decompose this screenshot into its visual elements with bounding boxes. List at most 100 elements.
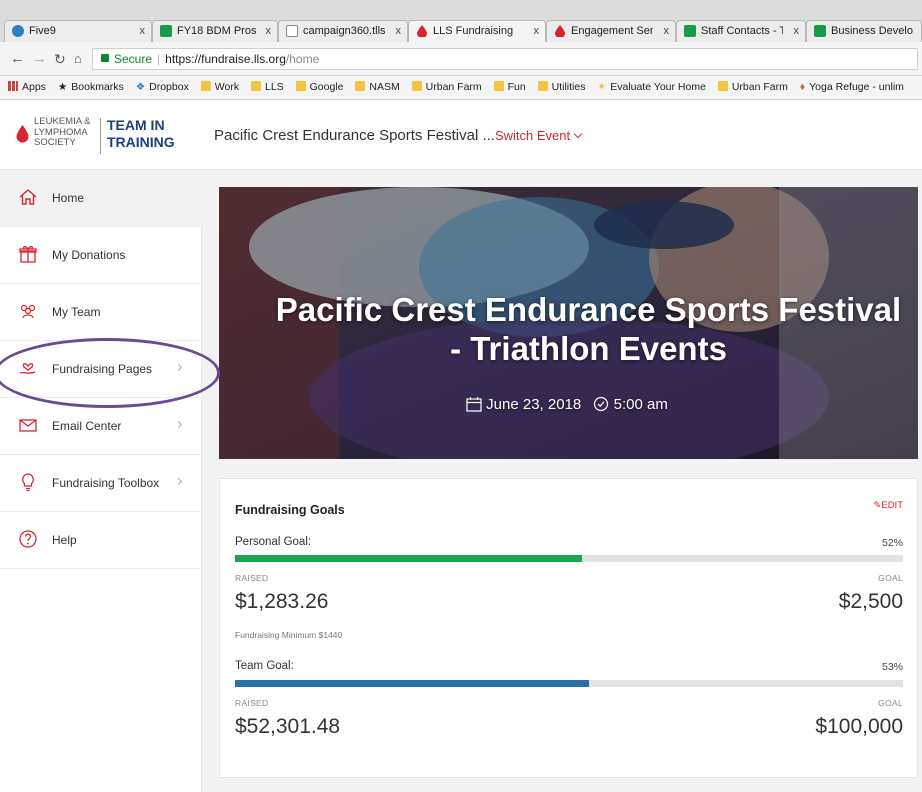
tab-label: Staff Contacts - TNT: [701, 25, 783, 37]
sidebar-item-label: My Donations: [52, 248, 126, 262]
sidebar-item-fundraising-pages[interactable]: Fundraising Pages: [0, 341, 202, 398]
browser-tab-staff-contacts[interactable]: Staff Contacts - TNT x: [676, 20, 806, 42]
browser-tab-campaign360[interactable]: campaign360.tlls.net/ x: [278, 20, 408, 42]
tab-label: FY18 BDM Pros Maste: [177, 25, 259, 37]
bookmark-label: Apps: [22, 81, 46, 93]
sun-icon: ✴: [597, 81, 607, 93]
bookmark-lls[interactable]: LLS: [251, 76, 284, 99]
security-label: Secure: [114, 52, 153, 66]
url-path: /home: [285, 52, 320, 66]
bookmark-label: NASM: [369, 81, 400, 93]
bookmark-label: Urban Farm: [731, 81, 788, 93]
folder-icon: [717, 81, 728, 91]
back-arrow-icon[interactable]: ←: [10, 51, 25, 67]
sidebar-nav: Home My Donations My Team Fundraising Pa…: [0, 170, 202, 792]
hero-title-line-1: Pacific Crest Endurance Sports Festival: [275, 291, 902, 328]
close-icon[interactable]: x: [534, 21, 540, 41]
personal-goal-progress-bar: [235, 555, 903, 562]
personal-raised-amount: $1,283.26: [235, 590, 329, 613]
star-icon: ★: [57, 81, 68, 93]
bookmark-dropbox[interactable]: ❖ Dropbox: [136, 76, 189, 99]
bookmark-google[interactable]: Google: [295, 76, 344, 99]
personal-goal-percent: 52%: [881, 537, 903, 549]
chevron-right-icon: [174, 420, 183, 429]
close-icon[interactable]: x: [794, 21, 800, 41]
help-icon: [19, 530, 37, 548]
event-title-text: Pacific Crest Endurance Sports Festival …: [214, 127, 495, 144]
sidebar-item-label: Fundraising Toolbox: [52, 476, 160, 490]
document-icon: [286, 25, 298, 37]
tab-label: Engagement Services: [571, 25, 653, 37]
close-icon[interactable]: x: [396, 21, 402, 41]
sidebar-item-my-team[interactable]: My Team: [0, 284, 202, 341]
bookmark-label: Work: [214, 81, 240, 93]
bookmark-evaluate-home[interactable]: ✴ Evaluate Your Home: [597, 76, 706, 99]
bookmark-label: Dropbox: [149, 81, 189, 93]
edit-goals-button[interactable]: ✎EDIT: [873, 500, 903, 511]
forward-arrow-icon[interactable]: →: [32, 51, 47, 67]
org-name: LEUKEMIA & LYMPHOMA SOCIETY: [34, 116, 91, 148]
main-content: Pacific Crest Endurance Sports Festival …: [202, 170, 922, 792]
tab-label: campaign360.tlls.net/: [303, 25, 385, 37]
sidebar-item-my-donations[interactable]: My Donations: [0, 227, 202, 284]
sidebar-item-fundraising-toolbox[interactable]: Fundraising Toolbox: [0, 455, 202, 512]
tab-label: LLS Fundraising: [433, 25, 514, 37]
bookmark-bookmarks[interactable]: ★ Bookmarks: [58, 76, 124, 99]
team-raised-label: RAISED: [235, 698, 269, 708]
event-title: Pacific Crest Endurance Sports Festival …: [214, 127, 583, 144]
bookmark-urban-farm-2[interactable]: Urban Farm: [717, 76, 788, 99]
switch-event-label: Switch Event: [494, 128, 571, 143]
close-icon[interactable]: x: [140, 21, 146, 41]
event-datetime: June 23, 2018 5:00 am: [466, 396, 668, 413]
chevron-down-icon: [573, 129, 583, 139]
five9-icon: [12, 25, 24, 37]
bookmark-label: Google: [309, 81, 344, 93]
personal-goal-progress-fill: [235, 555, 583, 562]
sidebar-item-home[interactable]: Home: [0, 170, 202, 227]
sidebar-item-label: Email Center: [52, 419, 122, 433]
reload-icon[interactable]: ↻: [54, 51, 66, 67]
bookmark-label: Urban Farm: [425, 81, 482, 93]
personal-goal-caption: GOAL: [878, 573, 903, 583]
browser-tab-lls-fundraising[interactable]: LLS Fundraising x: [408, 20, 546, 42]
browser-tab-engagement[interactable]: Engagement Services x: [546, 20, 676, 42]
personal-goal-label: Personal Goal:: [235, 536, 312, 548]
bookmark-label: Utilities: [551, 81, 586, 93]
chevron-right-icon: [174, 363, 183, 372]
site-header: LEUKEMIA & LYMPHOMA SOCIETY TEAM IN TRAI…: [0, 100, 922, 170]
browser-tab-business-dev[interactable]: Business Developme: [806, 20, 922, 42]
gift-icon: [19, 246, 37, 263]
bookmark-yoga-refuge[interactable]: ♦ Yoga Refuge - unlim: [800, 76, 904, 99]
sheets-icon: [160, 25, 172, 37]
lls-drop-icon: [417, 25, 427, 37]
url-input[interactable]: Secure | https://fundraise.lls.org/home: [92, 48, 918, 70]
hero-title: Pacific Crest Endurance Sports Festival …: [219, 290, 918, 368]
bookmark-fun[interactable]: Fun: [493, 76, 526, 99]
url-separator: |: [157, 52, 161, 66]
lls-drop-icon: [555, 25, 565, 37]
bookmark-nasm[interactable]: NASM: [355, 76, 400, 99]
bookmarks-bar: Apps ★ Bookmarks ❖ Dropbox Work LLS Google…: [0, 76, 922, 100]
lock-icon: [101, 54, 109, 62]
sidebar-item-help[interactable]: Help: [0, 512, 202, 569]
lightbulb-icon: [22, 473, 34, 492]
bookmark-apps[interactable]: Apps: [8, 76, 46, 99]
bookmark-work[interactable]: Work: [200, 76, 240, 99]
close-icon[interactable]: x: [266, 21, 272, 41]
sidebar-item-email-center[interactable]: Email Center: [0, 398, 202, 455]
fundraising-minimum: Fundraising Minimum $1440: [235, 630, 343, 640]
bookmark-utilities[interactable]: Utilities: [537, 76, 586, 99]
url-host: https://fundraise.lls.org: [165, 52, 286, 66]
browser-tab-fy18[interactable]: FY18 BDM Pros Maste x: [152, 20, 278, 42]
close-icon[interactable]: x: [664, 21, 670, 41]
chevron-right-icon: [174, 477, 183, 486]
browser-tab-five9[interactable]: Five9 x: [4, 20, 152, 42]
switch-event-link[interactable]: Switch Event: [494, 128, 583, 143]
hero-title-line-2: - Triathlon Events: [450, 330, 727, 367]
bookmark-urban-farm[interactable]: Urban Farm: [411, 76, 482, 99]
event-time: 5:00 am: [613, 396, 668, 413]
home-browser-icon[interactable]: ⌂: [74, 51, 82, 67]
sheets-icon: [814, 25, 826, 37]
edit-label: EDIT: [881, 500, 903, 511]
team-goal-progress-fill: [235, 680, 590, 687]
